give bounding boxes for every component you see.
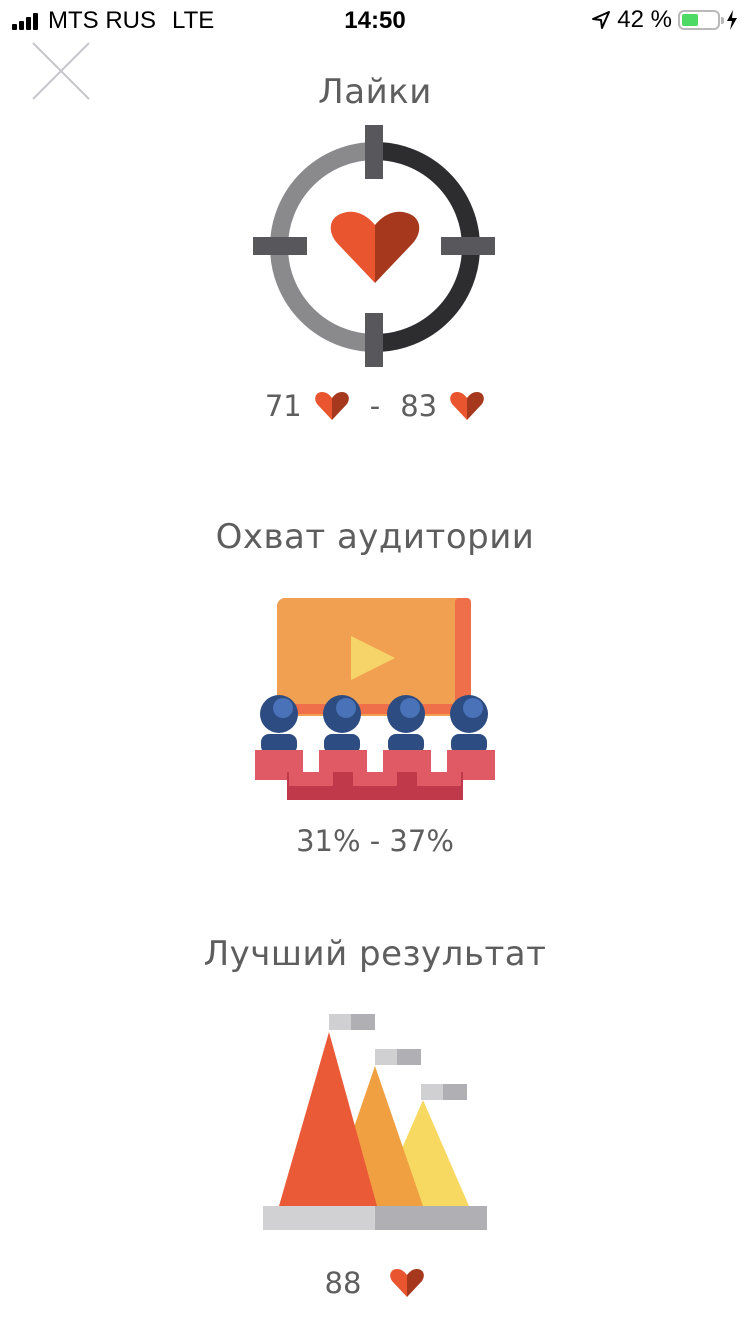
heart-icon xyxy=(450,392,484,420)
heart-icon xyxy=(314,392,349,420)
status-bar: MTS RUS LTE 14:50 42 % xyxy=(0,0,750,40)
likes-min: 71 xyxy=(264,389,302,423)
status-left: MTS RUS LTE xyxy=(12,7,214,35)
crosshair-heart-icon xyxy=(253,125,495,367)
signal-icon xyxy=(12,12,38,30)
likes-title: Лайки xyxy=(318,72,432,112)
battery-percent: 42 % xyxy=(617,6,672,33)
likes-max: 83 xyxy=(400,389,438,423)
status-right: 42 % xyxy=(591,6,738,34)
network-label: LTE xyxy=(172,7,215,34)
likes-separator: - xyxy=(369,389,381,423)
heart-icon xyxy=(390,1269,425,1297)
best-value: 88 xyxy=(324,1266,362,1300)
reach-stat: 31% - 37% xyxy=(296,824,454,858)
best-stat: 88 xyxy=(0,1266,750,1300)
location-arrow-icon xyxy=(592,11,611,29)
cinema-audience-icon xyxy=(255,598,495,800)
reach-title: Охват аудитории xyxy=(215,517,535,557)
battery-icon xyxy=(678,10,724,30)
mountain-peaks-flags-icon xyxy=(263,1014,487,1230)
best-title: Лучший результат xyxy=(203,934,547,974)
carrier-label: MTS RUS xyxy=(48,7,156,34)
likes-stat: 71 - 83 xyxy=(0,389,750,423)
charging-bolt-icon xyxy=(727,10,737,30)
